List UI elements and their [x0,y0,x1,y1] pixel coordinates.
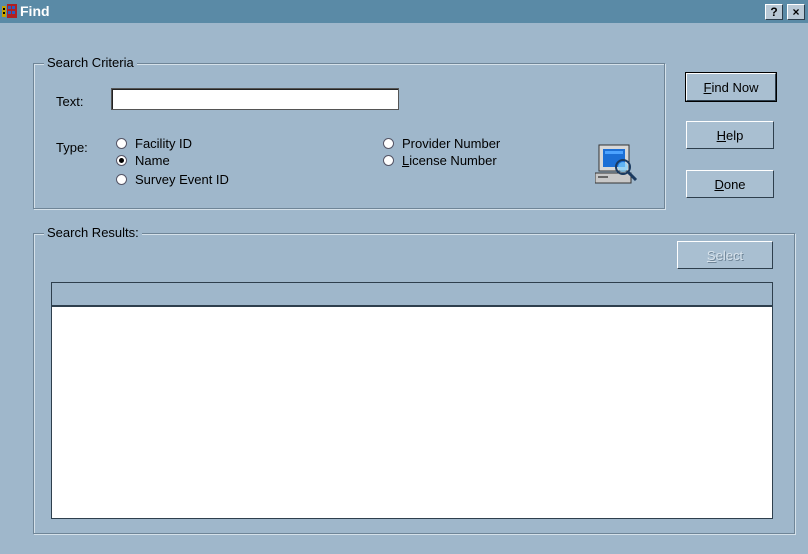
title-bar: Find ? × [0,0,808,23]
find-now-button[interactable]: Find Now [685,72,777,102]
results-list[interactable] [51,282,773,519]
search-computer-icon [595,144,638,184]
radio-label: License Number [402,153,497,168]
help-button[interactable]: Help [686,121,774,149]
radio-survey-event-id[interactable]: Survey Event ID [116,172,229,187]
type-label: Type: [56,140,88,155]
done-label: Done [714,176,746,192]
results-list-header [52,283,772,307]
search-text-input[interactable] [111,88,399,110]
radio-label: Facility ID [135,136,193,151]
radio-label: Provider Number [402,136,501,151]
radio-license-number[interactable]: License Number [383,153,497,168]
select-button[interactable]: Select [677,241,773,269]
radio-provider-number[interactable]: Provider Number [383,136,500,151]
window-title: Find [20,3,50,19]
find-now-label: Find Now [703,79,759,95]
radio-button-checked-icon [116,155,127,166]
radio-button-icon [383,155,394,166]
close-button[interactable]: × [787,4,805,20]
radio-button-icon [116,138,127,149]
search-criteria-legend: Search Criteria [44,55,137,70]
done-button[interactable]: Done [686,170,774,198]
text-label: Text: [56,94,84,109]
select-label: Select [706,247,744,263]
radio-facility-id[interactable]: Facility ID [116,136,192,151]
radio-button-icon [116,174,127,185]
radio-button-icon [383,138,394,149]
title-help-button[interactable]: ? [765,4,783,20]
radio-label: Name [135,153,170,168]
radio-label: Survey Event ID [135,172,229,187]
search-results-legend: Search Results: [44,225,142,240]
app-icon [2,4,17,18]
radio-name[interactable]: Name [116,153,170,168]
help-label: Help [716,127,744,143]
